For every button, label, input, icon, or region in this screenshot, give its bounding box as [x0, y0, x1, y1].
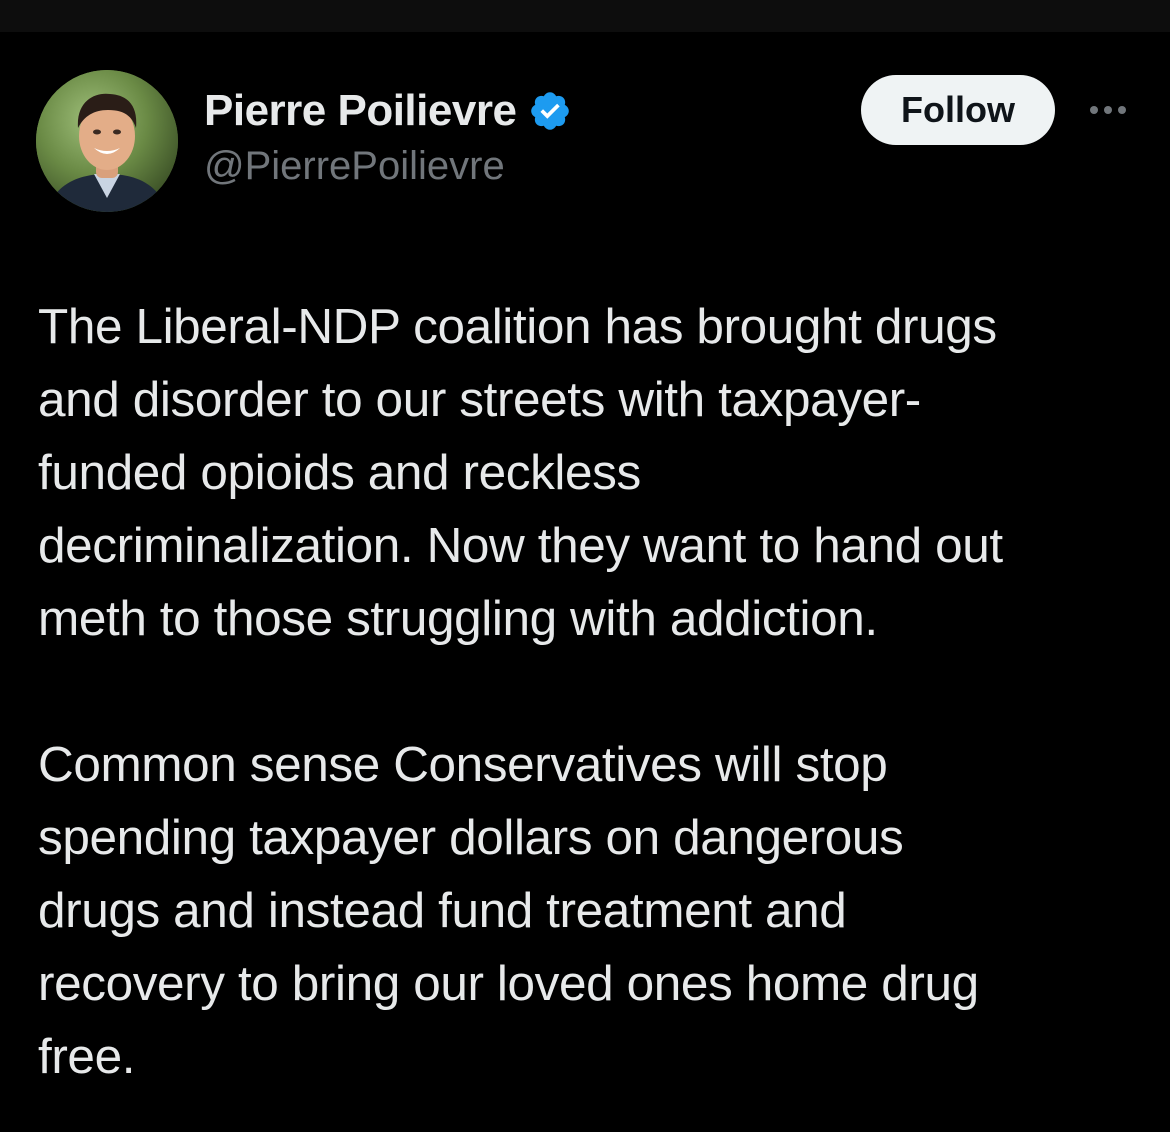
author-handle[interactable]: @PierrePoilievre: [204, 144, 572, 189]
display-name-row: Pierre Poilievre: [204, 86, 572, 136]
tweet-paragraph: Common sense Conservatives will stop spe…: [38, 728, 1138, 1093]
avatar[interactable]: [36, 70, 178, 212]
profile-photo: [36, 70, 178, 212]
more-horizontal-icon[interactable]: [1086, 92, 1130, 128]
tweet-line: recovery to bring our loved ones home dr…: [38, 956, 979, 1011]
tweet-line: The Liberal-NDP coalition has brought dr…: [38, 299, 997, 354]
follow-button[interactable]: Follow: [861, 75, 1055, 145]
status-bar-strip: [0, 0, 1170, 32]
author-names: Pierre Poilievre @PierrePoilievre: [204, 86, 572, 189]
tweet-line: free.: [38, 1029, 136, 1084]
verified-badge-icon[interactable]: [528, 89, 572, 133]
tweet-line: decriminalization. Now they want to hand…: [38, 518, 1003, 573]
tweet-header: Pierre Poilievre @PierrePoilievre Follow: [36, 70, 1136, 212]
tweet-line: spending taxpayer dollars on dangerous: [38, 810, 904, 865]
tweet-text: The Liberal-NDP coalition has brought dr…: [38, 290, 1138, 1093]
tweet-line: meth to those struggling with addiction.: [38, 591, 878, 646]
tweet-line: drugs and instead fund treatment and: [38, 883, 847, 938]
tweet-paragraph: The Liberal-NDP coalition has brought dr…: [38, 290, 1138, 655]
tweet-line: funded opioids and reckless: [38, 445, 641, 500]
display-name[interactable]: Pierre Poilievre: [204, 86, 517, 136]
tweet-line: and disorder to our streets with taxpaye…: [38, 372, 921, 427]
tweet-line: Common sense Conservatives will stop: [38, 737, 888, 792]
